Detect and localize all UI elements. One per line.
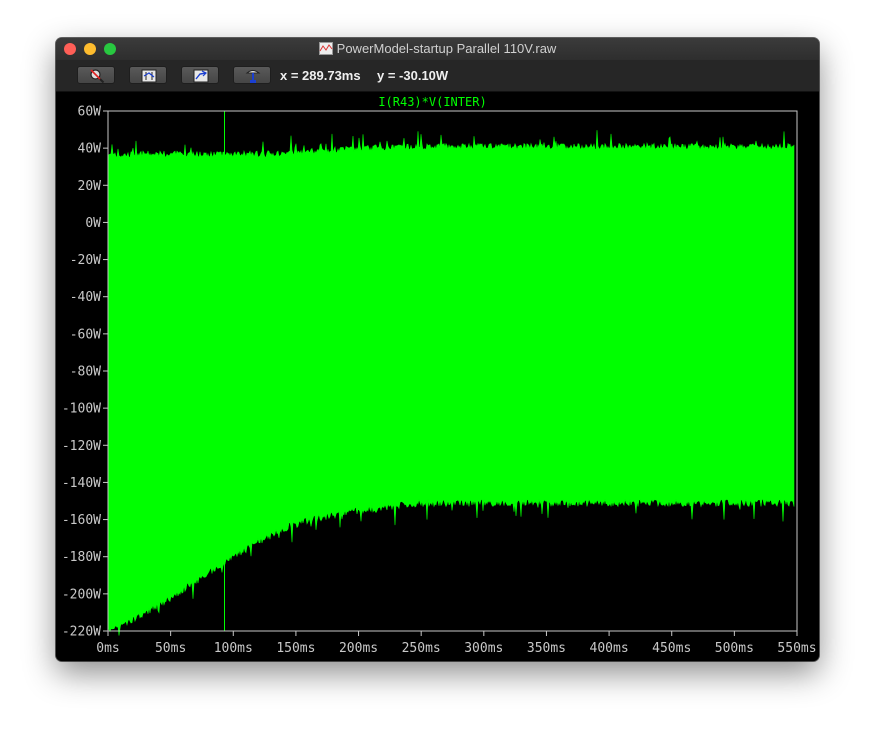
x-tick-label: 500ms (715, 641, 754, 656)
window-title: PowerModel-startup Parallel 110V.raw (56, 41, 819, 58)
toolbar: x = 289.73ms y = -30.10W (56, 60, 819, 92)
y-tick-label: -140W (62, 476, 101, 491)
waveform-file-icon (318, 42, 333, 58)
y-tick-label: -200W (62, 587, 101, 602)
y-tick-label: -40W (70, 290, 101, 305)
autorange-button[interactable] (129, 66, 167, 84)
probe-button[interactable] (233, 66, 271, 84)
cursor-y-readout: y = -30.10W (377, 68, 449, 83)
x-tick-label: 150ms (276, 641, 315, 656)
y-tick-label: -120W (62, 439, 101, 454)
y-tick-label: 20W (78, 179, 102, 194)
y-tick-label: -220W (62, 625, 101, 640)
zoom-back-button[interactable] (181, 66, 219, 84)
y-tick-label: 0W (85, 216, 101, 231)
window-title-text: PowerModel-startup Parallel 110V.raw (336, 41, 557, 56)
waveform-window: PowerModel-startup Parallel 110V.raw x =… (56, 38, 819, 661)
title-bar[interactable]: PowerModel-startup Parallel 110V.raw (56, 38, 819, 61)
x-tick-label: 300ms (464, 641, 503, 656)
x-tick-label: 250ms (402, 641, 441, 656)
zoom-back-icon (193, 69, 209, 83)
x-tick-label: 200ms (339, 641, 378, 656)
probe-icon (245, 70, 261, 83)
waveform-plot[interactable]: 60W 40W 20W 0W -20W -40W -60W -80W -100W -120W -14… (56, 92, 819, 661)
y-tick-label: -20W (70, 253, 101, 268)
cursor-x-readout: x = 289.73ms (280, 68, 361, 83)
y-tick-label: 40W (78, 142, 102, 157)
x-tick-label: 550ms (777, 641, 816, 656)
y-tick-label: -100W (62, 402, 101, 417)
y-tick-label: -60W (70, 327, 101, 342)
x-tick-label: 100ms (214, 641, 253, 656)
magnifier-cross-icon (90, 69, 105, 84)
autorange-icon (141, 69, 157, 83)
x-tick-label: 50ms (155, 641, 186, 656)
y-tick-label: -180W (62, 550, 101, 565)
trace-label[interactable]: I(R43)*V(INTER) (378, 95, 486, 109)
x-tick-label: 350ms (527, 641, 566, 656)
y-tick-label: -160W (62, 513, 101, 528)
y-tick-label: 60W (78, 105, 102, 120)
x-tick-label: 450ms (652, 641, 691, 656)
x-tick-label: 0ms (96, 641, 119, 656)
y-tick-label: -80W (70, 365, 101, 380)
x-tick-label: 400ms (590, 641, 629, 656)
zoom-cancel-button[interactable] (77, 66, 115, 84)
